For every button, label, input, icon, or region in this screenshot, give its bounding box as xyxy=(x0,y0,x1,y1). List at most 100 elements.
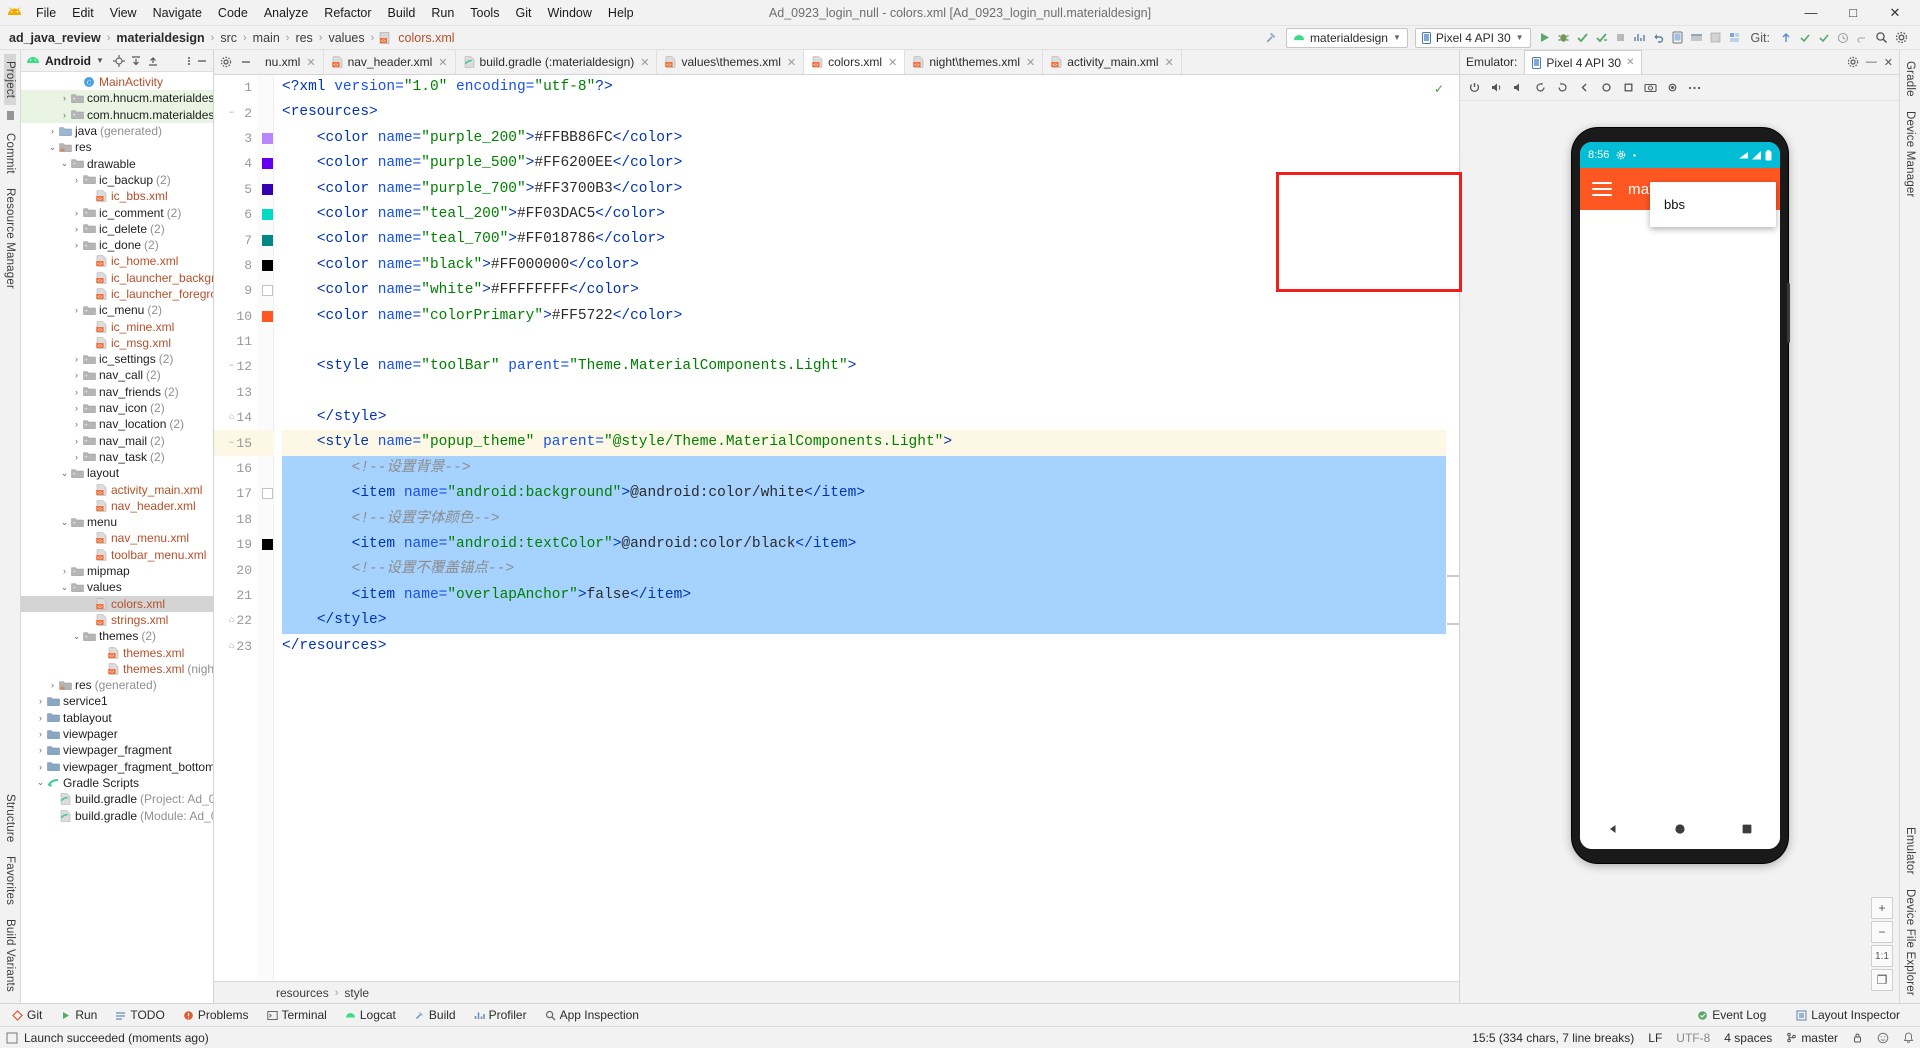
gear-icon[interactable] xyxy=(1847,56,1859,68)
editor-gutter[interactable]: 1 2−3 4 5 6 7 8 9 10 11 12−13 14 ⌂ 15−16 17 18 19 20 21 22 ⌂… xyxy=(214,75,274,981)
code-editor[interactable]: 1 2−3 4 5 6 7 8 9 10 11 12−13 14 ⌂ 15−16 17 18 19 20 21 22 ⌂… xyxy=(214,75,1459,981)
tool-event-log[interactable]: Event Log xyxy=(1689,1006,1774,1024)
code-line[interactable]: <item name="overlapAnchor">false</item> xyxy=(282,582,1459,609)
gutter-line[interactable]: 19 xyxy=(214,532,274,557)
maximize-button[interactable]: □ xyxy=(1832,0,1874,26)
menu-run[interactable]: Run xyxy=(423,3,462,23)
tree-item[interactable]: › mipmap xyxy=(21,563,213,579)
tree-item[interactable]: › nav_friends (2) xyxy=(21,384,213,400)
inspection-status-icon[interactable]: ✓ xyxy=(1434,82,1444,96)
gutter-line[interactable]: 12− xyxy=(214,354,274,379)
stop-icon[interactable] xyxy=(1614,31,1627,44)
editor-tab[interactable]: <> colors.xml ✕ xyxy=(804,50,906,74)
device-file-icon[interactable] xyxy=(1709,31,1722,44)
color-swatch[interactable] xyxy=(261,285,273,297)
chevron-down-icon[interactable]: ⌄ xyxy=(35,777,46,788)
color-swatch[interactable] xyxy=(261,488,273,500)
apply-code-changes-icon[interactable] xyxy=(1595,31,1608,44)
notification-icon[interactable] xyxy=(1903,1031,1914,1044)
tree-item[interactable]: <> colors.xml xyxy=(21,595,213,612)
tree-item[interactable]: build.gradle(Module: Ad_0923_login_null.… xyxy=(21,807,213,823)
tree-item[interactable]: › ic_backup (2) xyxy=(21,172,213,188)
chevron-right-icon[interactable]: › xyxy=(35,696,46,706)
code-line[interactable]: </style> xyxy=(282,608,1459,634)
tool-button-device-file-explorer[interactable]: Device File Explorer xyxy=(1904,882,1916,1003)
chevron-down-icon[interactable]: ⌄ xyxy=(59,517,70,528)
code-line[interactable] xyxy=(282,380,1459,405)
editor-tab[interactable]: <> night\themes.xml ✕ xyxy=(905,50,1044,74)
tree-item[interactable]: build.gradle(Project: Ad_0923_login_null… xyxy=(21,791,213,807)
tree-item[interactable]: C MainActivity xyxy=(21,74,213,90)
tree-item[interactable]: › ic_delete (2) xyxy=(21,221,213,237)
tree-item[interactable]: <> toolbar_menu.xml xyxy=(21,547,213,563)
tree-item[interactable]: › res (generated) xyxy=(21,677,213,693)
device-selector[interactable]: Pixel 4 API 30 ▼ xyxy=(1414,27,1531,48)
menu-navigate[interactable]: Navigate xyxy=(145,3,210,23)
gutter-line[interactable]: 14 ⌂ xyxy=(214,405,274,430)
tool-button-emulator[interactable]: Emulator xyxy=(1904,820,1916,882)
code-line[interactable]: <item name="android:textColor">@android:… xyxy=(282,532,1459,558)
code-line[interactable]: <?xml version="1.0" encoding="utf-8"?> xyxy=(282,75,1459,100)
gutter-line[interactable]: 6 xyxy=(214,202,274,227)
menu-build[interactable]: Build xyxy=(380,3,424,23)
chevron-right-icon[interactable]: › xyxy=(35,745,46,755)
gutter-line[interactable]: 13 xyxy=(214,380,274,405)
project-tree[interactable]: C MainActivity › com.hnucm.materialdesign › c… xyxy=(21,72,213,1003)
layout-editor-icon[interactable] xyxy=(1728,31,1741,44)
gutter-line[interactable]: 8 xyxy=(214,253,274,278)
tree-item[interactable]: › ic_done (2) xyxy=(21,237,213,253)
color-swatch[interactable] xyxy=(261,539,273,551)
profiler-icon[interactable] xyxy=(1633,31,1646,44)
tree-item[interactable]: <> ic_msg.xml xyxy=(21,335,213,351)
chevron-down-icon[interactable]: ▼ xyxy=(96,56,104,65)
git-rollback-icon[interactable] xyxy=(1856,32,1868,44)
hide-editor-icon[interactable] xyxy=(240,56,252,68)
tree-item[interactable]: <> themes.xml xyxy=(21,644,213,660)
chevron-down-icon[interactable]: ⌄ xyxy=(59,582,70,593)
chevron-right-icon[interactable]: › xyxy=(71,436,82,446)
gutter-line[interactable]: 23 ⌂ xyxy=(214,634,274,659)
tool-logcat[interactable]: Logcat xyxy=(337,1006,404,1024)
gutter-line[interactable]: 4 xyxy=(214,151,274,176)
rotate-right-icon[interactable] xyxy=(1556,81,1569,94)
back-icon[interactable] xyxy=(1578,81,1591,94)
tree-item[interactable]: ⌄ layout xyxy=(21,465,213,481)
menu-window[interactable]: Window xyxy=(539,3,599,23)
breadcrumb-values[interactable]: values xyxy=(325,31,367,45)
tree-item[interactable]: <> nav_menu.xml xyxy=(21,530,213,546)
tree-item[interactable]: ⌄ Gradle Scripts xyxy=(21,775,213,791)
color-swatch[interactable] xyxy=(261,234,273,246)
emulator-device-tab[interactable]: Pixel 4 API 30 ✕ xyxy=(1524,50,1643,74)
git-commit-icon[interactable] xyxy=(1799,32,1811,44)
chevron-down-icon[interactable]: ⌄ xyxy=(59,158,70,169)
chevron-right-icon[interactable]: › xyxy=(71,419,82,429)
circle-home-icon[interactable] xyxy=(1673,822,1687,836)
gutter-line[interactable]: 2− xyxy=(214,100,274,125)
close-button[interactable]: ✕ xyxy=(1874,0,1916,26)
chevron-right-icon[interactable]: › xyxy=(47,126,58,136)
code-fold-icon[interactable]: − xyxy=(227,438,236,448)
tree-item[interactable]: <> themes.xml(night) xyxy=(21,661,213,677)
code-fold-icon[interactable]: − xyxy=(227,108,236,118)
code-line[interactable]: <color name="purple_200">#FFBB86FC</colo… xyxy=(282,126,1459,151)
zoom-fit-button[interactable]: ❐ xyxy=(1871,969,1893,991)
tree-item[interactable]: › viewpager_fragment_bottomnav xyxy=(21,758,213,774)
tree-item[interactable]: › nav_location (2) xyxy=(21,416,213,432)
gutter-line[interactable]: 20 xyxy=(214,557,274,582)
volume-down-icon[interactable] xyxy=(1512,81,1525,94)
menu-refactor[interactable]: Refactor xyxy=(316,3,379,23)
tree-item[interactable]: › nav_icon (2) xyxy=(21,400,213,416)
tool-build[interactable]: Build xyxy=(406,1006,464,1024)
tool-button-gradle[interactable]: Gradle xyxy=(1904,54,1916,104)
code-line[interactable]: <color name="teal_200">#FF03DAC5</color> xyxy=(282,202,1459,227)
tree-item[interactable]: <> ic_home.xml xyxy=(21,253,213,269)
code-line[interactable]: <color name="teal_700">#FF018786</color> xyxy=(282,227,1459,252)
tree-item[interactable]: › viewpager_fragment xyxy=(21,742,213,758)
chevron-right-icon[interactable]: › xyxy=(59,566,70,576)
tool-layout-inspector[interactable]: Layout Inspector xyxy=(1788,1006,1908,1024)
tree-item[interactable]: ⌄ menu xyxy=(21,514,213,530)
tool-button-device-manager[interactable]: Device Manager xyxy=(1904,104,1916,205)
code-fold-icon[interactable]: − xyxy=(227,362,236,371)
editor-tab[interactable]: nu.xml ✕ xyxy=(258,50,324,74)
minimize-button[interactable]: — xyxy=(1790,0,1832,26)
